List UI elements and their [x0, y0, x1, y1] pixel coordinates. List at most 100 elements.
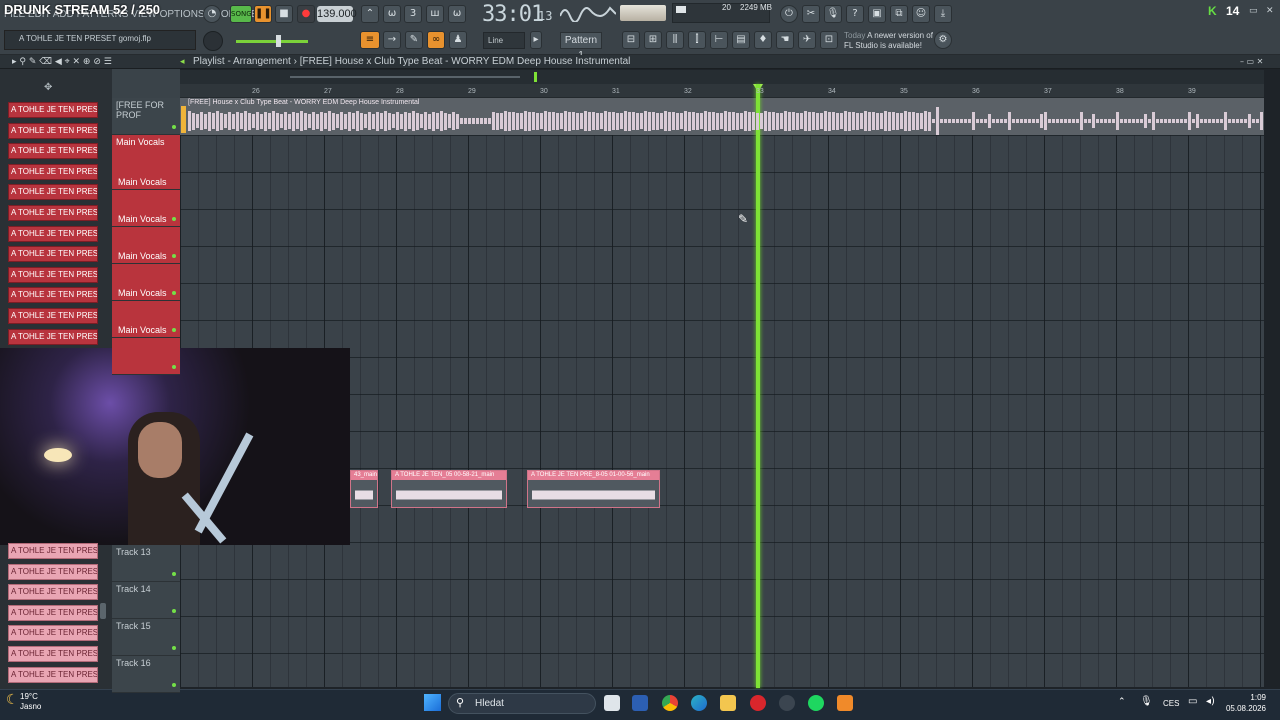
track-led[interactable]: [172, 609, 176, 613]
pattern-prev-icon[interactable]: ▸: [530, 31, 542, 49]
app-gear-icon[interactable]: [779, 695, 795, 711]
track-led[interactable]: [172, 646, 176, 650]
pattern-item[interactable]: A TOHLE JE TEN PRESET g: [8, 184, 98, 201]
playlist-window-icon[interactable]: ≡: [360, 31, 380, 49]
pattern-selector[interactable]: Pattern 1: [560, 32, 602, 61]
blend-notes-icon[interactable]: ш: [426, 5, 444, 23]
song-mode-button[interactable]: SONG: [230, 5, 252, 23]
help-icon[interactable]: ?: [846, 5, 864, 23]
record-button[interactable]: ●: [297, 5, 315, 23]
track-header-main-vocals[interactable]: Main Vocals: [112, 325, 180, 375]
pattern-item[interactable]: A TOHLE JE TEN PRESET g: [8, 625, 98, 642]
pattern-item[interactable]: A TOHLE JE TEN PRESET g: [8, 266, 98, 283]
tray-chevron-icon[interactable]: ⌃: [1118, 697, 1126, 707]
song-position-display[interactable]: 33:01: [482, 2, 544, 27]
track-header[interactable]: Track 15: [112, 619, 180, 656]
audio-clip[interactable]: A TOHLE JE TEN PRE_8-05 01-00-56_main: [527, 470, 660, 508]
save-icon[interactable]: ▣: [868, 5, 886, 23]
audio-clip[interactable]: 43_main: [350, 470, 378, 508]
tempo-display[interactable]: 139.000: [317, 6, 357, 22]
edge-icon[interactable]: [691, 695, 707, 711]
track-led[interactable]: [172, 365, 176, 369]
track-led[interactable]: [172, 328, 176, 332]
pause-button[interactable]: ❚❚: [254, 5, 272, 23]
task-view-icon[interactable]: [604, 695, 620, 711]
weather-widget[interactable]: 19°C Jasno: [20, 692, 41, 712]
pattern-item[interactable]: A TOHLE JE TEN PRESET g: [8, 584, 98, 601]
windows-start-icon[interactable]: [424, 694, 441, 711]
loop-record-icon[interactable]: ω: [448, 5, 466, 23]
download-icon[interactable]: ⤓: [934, 5, 952, 23]
pattern-item[interactable]: A TOHLE JE TEN PRESET g: [8, 543, 98, 559]
typing-keyboard-icon[interactable]: ⌃: [361, 5, 379, 23]
track-led[interactable]: [172, 683, 176, 687]
moon-weather-icon[interactable]: ☾: [6, 692, 19, 708]
window-close-icon[interactable]: ✕: [1266, 6, 1274, 16]
pattern-item[interactable]: A TOHLE JE TEN PRESET g: [8, 328, 98, 345]
taskbar-search[interactable]: Hledat: [448, 693, 596, 714]
piano-roll-icon[interactable]: ⊞: [644, 31, 662, 49]
move-icon[interactable]: ✥: [44, 82, 52, 93]
track-header[interactable]: Track 13: [112, 545, 180, 582]
pattern-item[interactable]: A TOHLE JE TEN PRESET g: [8, 143, 98, 160]
track-led[interactable]: [172, 217, 176, 221]
app-red-icon[interactable]: [750, 695, 766, 711]
master-volume-handle[interactable]: [276, 35, 281, 47]
link-icon[interactable]: ∞: [427, 31, 445, 49]
stop-button[interactable]: ■: [275, 5, 293, 23]
timeline-ruler[interactable]: [180, 84, 1264, 98]
pattern-item[interactable]: A TOHLE JE TEN PRESET g: [8, 163, 98, 180]
master-volume-slider[interactable]: [236, 40, 308, 43]
playlist-window-controls-icon[interactable]: – ▭ ✕: [1240, 57, 1263, 66]
plugin-icon[interactable]: ⧉: [890, 5, 908, 23]
mixer-icon[interactable]: ✂: [802, 5, 820, 23]
pattern-item[interactable]: A TOHLE JE TEN PRESET g: [8, 646, 98, 662]
window-restore-icon[interactable]: ▭: [1249, 6, 1258, 16]
mixer-window-icon[interactable]: ⫼: [666, 31, 684, 49]
master-pitch-knob[interactable]: [203, 31, 223, 51]
microphone-icon[interactable]: 🎙: [824, 5, 842, 23]
channel-rack-icon[interactable]: ⊟: [622, 31, 640, 49]
pattern-item[interactable]: A TOHLE JE TEN PRESET g: [8, 308, 98, 324]
network-icon[interactable]: ▭: [1188, 696, 1197, 707]
next-arrow-icon[interactable]: →: [383, 31, 401, 49]
track-header[interactable]: Track 16: [112, 656, 180, 693]
power-icon[interactable]: ⏻: [780, 5, 798, 23]
pattern-item[interactable]: A TOHLE JE TEN PRESET g: [8, 225, 98, 242]
pattern-item[interactable]: A TOHLE JE TEN PRESET g: [8, 563, 98, 580]
step-edit-icon[interactable]: ω: [383, 5, 401, 23]
file-icon[interactable]: ▤: [732, 31, 750, 49]
pattern-item[interactable]: A TOHLE JE TEN PRESET g: [8, 246, 98, 263]
tray-mic-icon[interactable]: 🎙: [1140, 696, 1153, 707]
explorer-icon[interactable]: [720, 695, 736, 711]
plugin-picker-icon[interactable]: ♦: [754, 31, 772, 49]
track-header[interactable]: Track 14: [112, 582, 180, 619]
stamp-icon[interactable]: ♟: [449, 31, 467, 49]
track-led[interactable]: [172, 254, 176, 258]
audio-clip[interactable]: A TOHLE JE TEN_05 00-58-21_main: [391, 470, 507, 508]
touch-keyboard-icon[interactable]: ☚: [776, 31, 794, 49]
media-icon[interactable]: ✈: [798, 31, 816, 49]
pattern-item[interactable]: A TOHLE JE TEN PRESET g: [8, 666, 98, 683]
track-led[interactable]: [172, 572, 176, 576]
language-indicator[interactable]: CES: [1163, 699, 1179, 708]
taskbar-clock[interactable]: 1:09 05.08.2026: [1222, 692, 1266, 714]
pencil-icon[interactable]: ✎: [405, 31, 423, 49]
snap-selector[interactable]: Line: [483, 32, 525, 49]
spotify-icon[interactable]: [808, 695, 824, 711]
track-header-audio[interactable]: [FREE FOR PROF: [112, 98, 180, 135]
playhead-line[interactable]: [756, 84, 760, 688]
pattern-item[interactable]: A TOHLE JE TEN PRESET g: [8, 102, 98, 118]
channel-settings-icon[interactable]: ⫿: [688, 31, 706, 49]
countdown-icon[interactable]: 3: [404, 5, 422, 23]
volume-icon[interactable]: ◂): [1206, 696, 1215, 707]
chat-icon[interactable]: ☺: [912, 5, 930, 23]
track-led[interactable]: [172, 291, 176, 295]
store-app-icon[interactable]: [632, 695, 648, 711]
chrome-icon[interactable]: [662, 695, 678, 711]
browser-icon[interactable]: ⊢: [710, 31, 728, 49]
pattern-item[interactable]: A TOHLE JE TEN PRESET g: [8, 122, 98, 139]
pattern-item[interactable]: A TOHLE JE TEN PRESET g: [8, 287, 98, 304]
metronome-icon[interactable]: ◔: [203, 5, 221, 23]
pattern-item[interactable]: A TOHLE JE TEN PRESET g: [8, 205, 98, 221]
